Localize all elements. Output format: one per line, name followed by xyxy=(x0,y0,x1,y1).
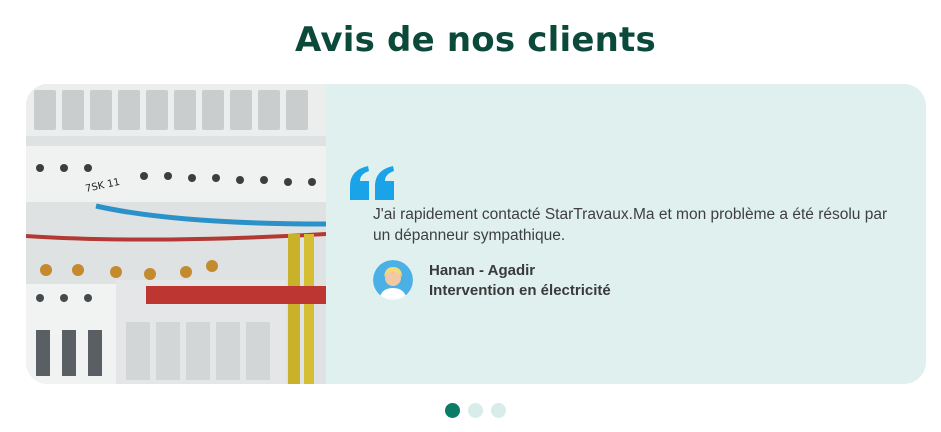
carousel-pagination xyxy=(445,403,506,419)
carousel-dot-2[interactable] xyxy=(468,403,483,418)
quote-icon xyxy=(350,166,394,200)
service-type: Intervention en électricité xyxy=(429,282,611,299)
author-name: Hanan - Agadir xyxy=(429,262,536,279)
carousel-dot-1[interactable] xyxy=(445,403,460,418)
testimonial-text: J'ai rapidement contacté StarTravaux.Ma … xyxy=(373,206,888,244)
electrical-panel-photo: 7SK 11 xyxy=(26,84,326,384)
testimonial-card: 7SK 11 J'ai rapidement contacté StarTrav… xyxy=(26,84,926,384)
user-avatar xyxy=(373,260,413,300)
section-title: Avis de nos clients xyxy=(295,20,656,60)
carousel-dot-3[interactable] xyxy=(491,403,506,418)
